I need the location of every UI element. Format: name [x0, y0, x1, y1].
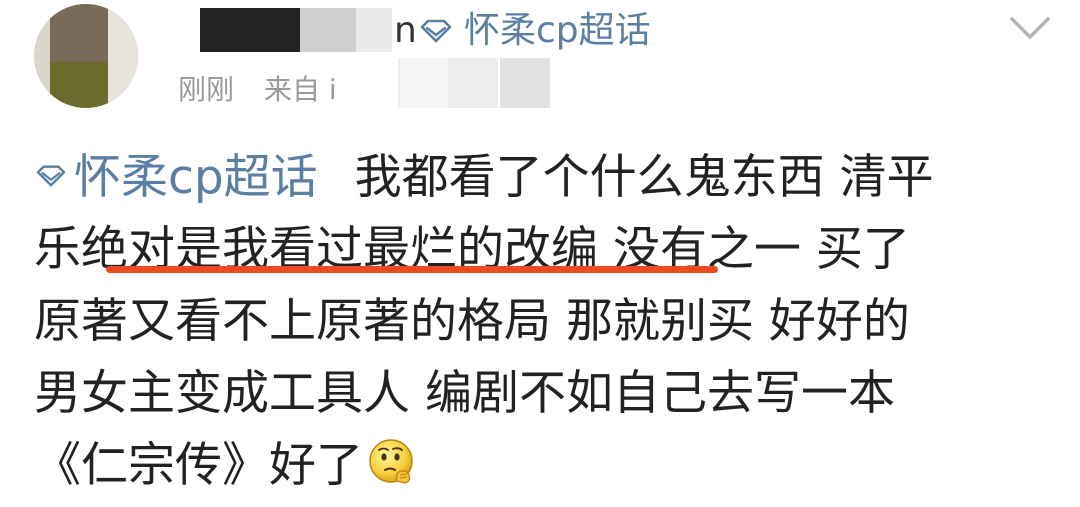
- source-redaction: [500, 58, 550, 108]
- super-topic-label: 怀柔cp超话: [464, 10, 651, 51]
- post-line: 乐绝对是我看过最烂的改编 没有之一 买了: [34, 214, 1054, 286]
- diamond-icon: [36, 165, 66, 187]
- post-text: 原著又看不上原著的格局 那就别买 好好的: [34, 294, 910, 349]
- post-topic-label: 怀柔cp超话: [74, 150, 318, 205]
- post-line: 怀柔cp超话 我都看了个什么鬼东西 清平: [34, 142, 1054, 214]
- source-redaction: [400, 58, 448, 108]
- username-redaction: [200, 8, 300, 52]
- avatar-pixel-block: [50, 4, 108, 62]
- post-text: 我都看了个什么鬼东西 清平: [354, 150, 934, 205]
- post-line: 原著又看不上原著的格局 那就别买 好好的: [34, 286, 1054, 358]
- super-topic-link[interactable]: 怀柔cp超话: [418, 6, 651, 56]
- highlight-underline: [106, 266, 718, 273]
- post-topic-tag[interactable]: 怀柔cp超话: [34, 150, 333, 205]
- username-tail[interactable]: n: [394, 6, 417, 56]
- post-text: 《仁宗传》好了: [34, 438, 363, 493]
- avatar-pixel-block: [108, 4, 138, 108]
- diamond-icon: [420, 19, 452, 43]
- chevron-down-icon[interactable]: [1008, 14, 1052, 42]
- post-source: 来自 i: [264, 73, 337, 106]
- post-line: 男女主变成工具人 编剧不如自己去写一本: [34, 358, 1054, 430]
- thinking-face-emoji-icon: [369, 439, 413, 484]
- post-text: 男女主变成工具人 编剧不如自己去写一本: [34, 366, 895, 421]
- username-redaction: [300, 8, 356, 52]
- username-redaction: [356, 8, 392, 52]
- post-line: 《仁宗传》好了: [34, 430, 1054, 502]
- post-time: 刚刚: [178, 73, 235, 106]
- avatar-pixel-block: [50, 62, 108, 108]
- avatar[interactable]: [34, 4, 138, 108]
- post-body: 怀柔cp超话 我都看了个什么鬼东西 清平 乐绝对是我看过最烂的改编 没有之一 买…: [34, 142, 1054, 502]
